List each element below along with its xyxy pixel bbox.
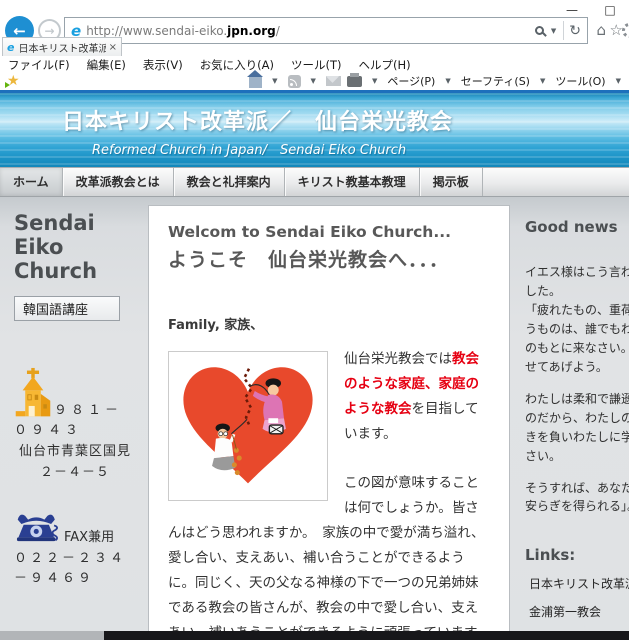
safety-dropdown-icon[interactable]: ▼: [540, 77, 545, 85]
site-navigation: ホーム 改革派教会とは 教会と礼拝案内 キリスト教基本教理 掲示板: [0, 167, 629, 197]
scripture-line: そうすれば、あなた方は安らぎを得られる」。: [525, 479, 629, 517]
address-block: ９８１－０９４３: [14, 367, 136, 440]
page-content: Sendai Eiko Church 韓国語講座 ９８１－０９４３ 仙台市: [0, 197, 629, 640]
taskbar-edge: [0, 631, 629, 640]
command-tools[interactable]: ツール(O): [555, 73, 605, 89]
menu-tools[interactable]: ツール(T): [291, 57, 342, 73]
command-home-icon[interactable]: [249, 77, 262, 88]
rss-dropdown-icon[interactable]: ▼: [311, 77, 316, 85]
scripture-line: イエス様はこう言われました。: [525, 263, 629, 301]
street-address: 仙台市青葉区国見２－４－５: [14, 442, 136, 482]
family-label: Family, 家族、: [168, 314, 490, 333]
nav-home[interactable]: ホーム: [0, 168, 63, 196]
site-banner: 日本キリスト改革派／ 仙台栄光教会 Reformed Church in Jap…: [0, 93, 629, 167]
menu-file[interactable]: ファイル(F): [8, 57, 70, 73]
sidebar-church-name: Sendai Eiko Church: [14, 211, 136, 283]
menu-view[interactable]: 表示(V): [143, 57, 183, 73]
maximize-icon[interactable]: □: [597, 2, 623, 18]
intro-section: 仙台栄光教会では教会のような家庭、家庭のような教会を目指しています。 この図が意…: [168, 347, 490, 640]
browser-chrome: — □ ← → e http://www.sendai-eiko.jpn.org…: [0, 0, 629, 93]
tab-title: 日本キリスト改革派 仙台栄光...: [18, 40, 105, 55]
tab-sendai-eiko[interactable]: e 日本キリスト改革派 仙台栄光... ×: [2, 37, 122, 56]
tab-favicon-icon: e: [7, 41, 14, 54]
nav-church-worship-guide[interactable]: 教会と礼拝案内: [174, 168, 285, 196]
telephone-icon: [14, 509, 60, 545]
welcome-heading-jp: ようこそ 仙台栄光教会へ．．．: [168, 245, 490, 272]
good-news-text: イエス様はこう言われました。 「疲れたもの、重荷を負うものは、誰でもわたしのもと…: [525, 263, 629, 516]
church-icon: [14, 367, 52, 419]
welcome-heading-en: Welcom to Sendai Eiko Church...: [168, 223, 490, 241]
add-favorites-star-icon[interactable]: ★: [7, 73, 20, 89]
site-subtitle: Reformed Church in Japan/ Sendai Eiko Ch…: [92, 139, 629, 158]
menu-edit[interactable]: 編集(E): [87, 57, 126, 73]
right-sidebar: Good news イエス様はこう言われました。 「疲れたもの、重荷を負うものは…: [512, 197, 629, 640]
home-dropdown-icon[interactable]: ▼: [272, 77, 277, 85]
search-icon[interactable]: [535, 26, 544, 35]
minimize-icon[interactable]: —: [559, 2, 585, 18]
command-bar: ★ ▼ ▼ ▼ ページ(P) ▼ セーフティ(S) ▼ ツール(O) ▼: [0, 73, 629, 90]
page-dropdown-icon[interactable]: ▼: [445, 77, 450, 85]
left-sidebar: Sendai Eiko Church 韓国語講座 ９８１－０９４３ 仙台市: [0, 197, 146, 640]
scripture-line: 「疲れたもの、重荷を負うものは、誰でもわたしのもとに来なさい。休ませてあげよう。: [525, 301, 629, 377]
nav-bulletin-board[interactable]: 掲示板: [420, 168, 483, 196]
nav-about-reformed-church[interactable]: 改革派教会とは: [63, 168, 174, 196]
rss-feed-icon[interactable]: [288, 75, 301, 88]
link-sendai-church[interactable]: 日本キリスト改革派仙台教会: [525, 575, 629, 592]
read-mail-icon[interactable]: [326, 76, 341, 86]
print-dropdown-icon[interactable]: ▼: [372, 77, 377, 85]
scripture-line: わたしは柔和で謙遜なものだから、わたしのくびきを負いわたしに学びなさい。: [525, 390, 629, 466]
menu-help[interactable]: ヘルプ(H): [359, 57, 411, 73]
heart-illustration: [168, 351, 328, 501]
menu-bar: ファイル(F) 編集(E) 表示(V) お気に入り(A) ツール(T) ヘルプ(…: [0, 57, 629, 73]
command-page[interactable]: ページ(P): [387, 73, 435, 89]
tab-bar: e 日本キリスト改革派 仙台栄光... ×: [0, 37, 629, 56]
browser-window: — □ ← → e http://www.sendai-eiko.jpn.org…: [0, 0, 629, 640]
print-icon[interactable]: [347, 76, 362, 87]
link-gimpo-church[interactable]: 金浦第一教会: [525, 603, 629, 620]
main-column: Welcom to Sendai Eiko Church... ようこそ 仙台栄…: [146, 197, 512, 640]
settings-gear-icon[interactable]: [622, 23, 629, 38]
command-safety[interactable]: セーフティ(S): [461, 73, 530, 89]
search-dropdown-icon[interactable]: ▼: [551, 27, 556, 35]
site-title: 日本キリスト改革派／ 仙台栄光教会: [62, 104, 629, 136]
links-heading: Links:: [525, 546, 629, 564]
phone-number: ０２２－２３４－９４６９: [14, 549, 140, 589]
url-text[interactable]: http://www.sendai-eiko.jpn.org/: [86, 24, 532, 38]
main-content-box: Welcom to Sendai Eiko Church... ようこそ 仙台栄…: [148, 205, 510, 640]
korean-course-button[interactable]: 韓国語講座: [14, 296, 120, 321]
phone-block: FAX兼用 ０２２－２３４－９４６９: [14, 509, 140, 589]
tools-dropdown-icon[interactable]: ▼: [616, 77, 621, 85]
good-news-heading: Good news: [525, 218, 629, 236]
nav-christian-doctrine[interactable]: キリスト教基本教理: [285, 168, 420, 196]
tab-close-icon[interactable]: ×: [109, 42, 117, 53]
heart-stitching-image: [174, 357, 322, 495]
